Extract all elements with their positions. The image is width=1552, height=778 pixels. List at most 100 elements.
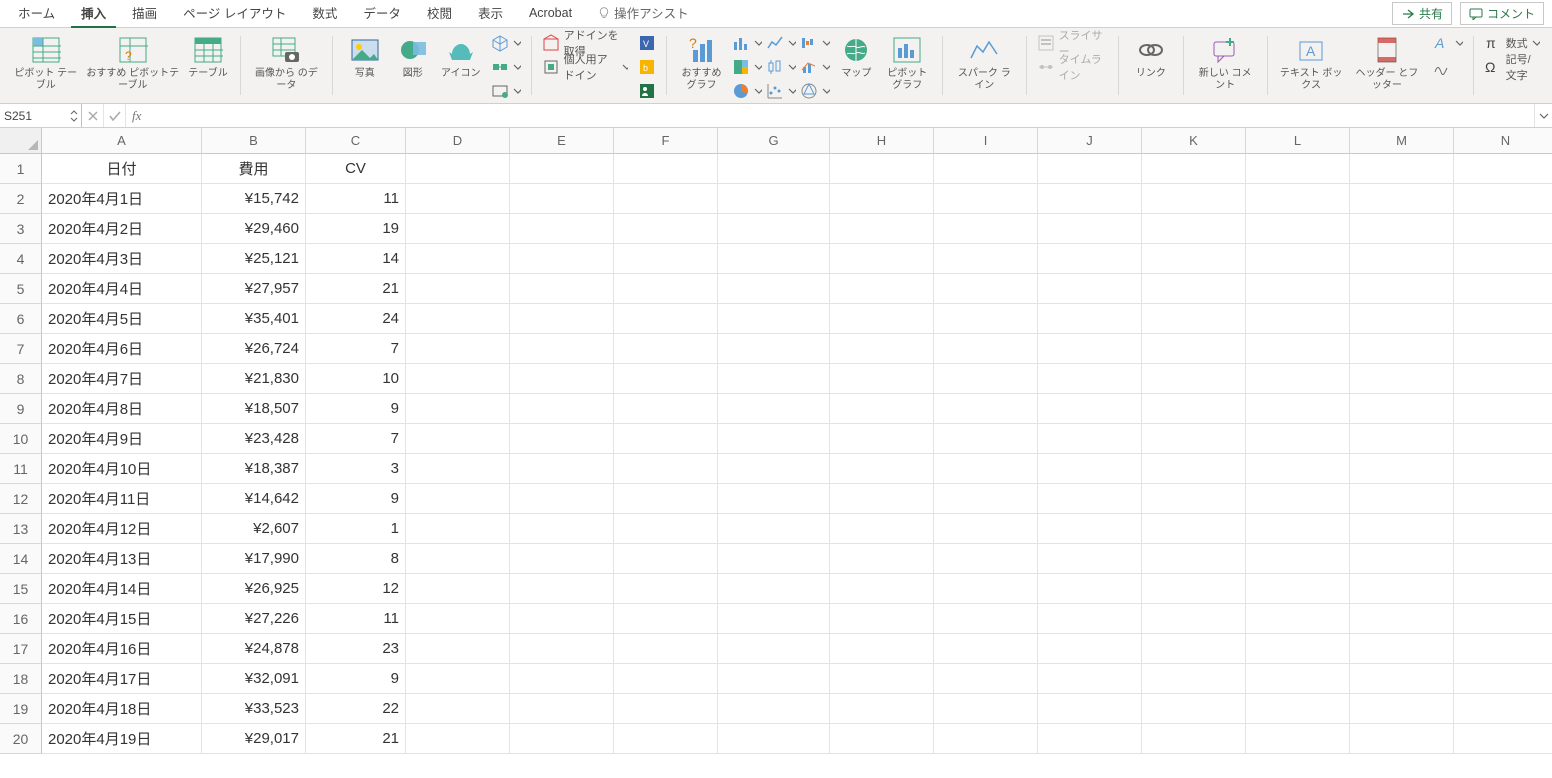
cell[interactable] xyxy=(614,484,718,514)
column-header-K[interactable]: K xyxy=(1142,128,1246,154)
column-header-J[interactable]: J xyxy=(1038,128,1142,154)
cell[interactable] xyxy=(1142,364,1246,394)
cell[interactable]: 14 xyxy=(306,244,406,274)
sparklines-button[interactable]: スパーク ライン xyxy=(951,32,1018,93)
cell[interactable] xyxy=(718,694,830,724)
cell[interactable] xyxy=(830,274,934,304)
cell[interactable]: ¥35,401 xyxy=(202,304,306,334)
cell[interactable] xyxy=(406,334,510,364)
cell[interactable] xyxy=(614,244,718,274)
row-header-5[interactable]: 5 xyxy=(0,274,42,304)
cell[interactable] xyxy=(1350,724,1454,754)
tab-acrobat[interactable]: Acrobat xyxy=(519,2,582,26)
cell[interactable]: 11 xyxy=(306,184,406,214)
cell[interactable]: 7 xyxy=(306,334,406,364)
cell[interactable] xyxy=(1454,694,1552,724)
cell[interactable] xyxy=(1246,304,1350,334)
cell[interactable] xyxy=(1350,574,1454,604)
cell[interactable] xyxy=(1350,274,1454,304)
cell[interactable]: 2020年4月5日 xyxy=(42,304,202,334)
cell[interactable] xyxy=(1038,214,1142,244)
cell[interactable] xyxy=(718,154,830,184)
cell[interactable]: ¥29,017 xyxy=(202,724,306,754)
cell[interactable] xyxy=(406,424,510,454)
cell[interactable] xyxy=(830,634,934,664)
cell[interactable] xyxy=(1350,694,1454,724)
cell[interactable] xyxy=(1454,724,1552,754)
cell[interactable] xyxy=(1454,574,1552,604)
cell[interactable] xyxy=(1246,574,1350,604)
cell[interactable] xyxy=(1246,184,1350,214)
cell[interactable] xyxy=(718,244,830,274)
cell[interactable]: ¥32,091 xyxy=(202,664,306,694)
row-header-3[interactable]: 3 xyxy=(0,214,42,244)
cell[interactable]: 2020年4月3日 xyxy=(42,244,202,274)
cell[interactable] xyxy=(1454,514,1552,544)
share-button[interactable]: 共有 xyxy=(1392,2,1452,25)
cell[interactable] xyxy=(510,184,614,214)
cell[interactable]: 21 xyxy=(306,274,406,304)
formula-input[interactable] xyxy=(147,104,1534,127)
cell[interactable] xyxy=(1454,604,1552,634)
wordart-button[interactable]: A xyxy=(1431,32,1465,54)
cell[interactable] xyxy=(1038,184,1142,214)
column-header-G[interactable]: G xyxy=(718,128,830,154)
cell[interactable]: 19 xyxy=(306,214,406,244)
cell[interactable] xyxy=(1246,154,1350,184)
cell[interactable] xyxy=(1454,484,1552,514)
cell[interactable] xyxy=(934,724,1038,754)
cell[interactable] xyxy=(718,664,830,694)
cell[interactable]: 2020年4月15日 xyxy=(42,604,202,634)
cell[interactable] xyxy=(830,214,934,244)
cell[interactable] xyxy=(1246,274,1350,304)
cell[interactable] xyxy=(406,274,510,304)
cell[interactable] xyxy=(830,364,934,394)
cell[interactable] xyxy=(934,694,1038,724)
cell[interactable] xyxy=(614,154,718,184)
column-header-L[interactable]: L xyxy=(1246,128,1350,154)
cell[interactable]: ¥24,878 xyxy=(202,634,306,664)
cell[interactable] xyxy=(406,574,510,604)
cell[interactable] xyxy=(510,574,614,604)
cell[interactable] xyxy=(1142,574,1246,604)
tab-formulas[interactable]: 数式 xyxy=(302,0,347,28)
cell[interactable]: 23 xyxy=(306,634,406,664)
cell[interactable] xyxy=(1038,454,1142,484)
cell[interactable]: ¥2,607 xyxy=(202,514,306,544)
cell[interactable] xyxy=(1454,154,1552,184)
cell[interactable] xyxy=(406,304,510,334)
cell[interactable] xyxy=(510,514,614,544)
cell[interactable] xyxy=(830,724,934,754)
cell[interactable] xyxy=(614,544,718,574)
tab-draw[interactable]: 描画 xyxy=(122,0,167,28)
cell[interactable] xyxy=(1246,604,1350,634)
cell[interactable] xyxy=(510,664,614,694)
cell[interactable] xyxy=(1246,664,1350,694)
cell[interactable] xyxy=(718,334,830,364)
cell[interactable] xyxy=(1454,544,1552,574)
cell[interactable]: ¥15,742 xyxy=(202,184,306,214)
cell[interactable] xyxy=(1142,664,1246,694)
pivot-table-button[interactable]: ピボット テーブル xyxy=(10,32,82,93)
cell[interactable] xyxy=(830,184,934,214)
cell[interactable]: 8 xyxy=(306,544,406,574)
cell[interactable] xyxy=(1038,634,1142,664)
pie-chart-button[interactable] xyxy=(730,80,764,102)
cell[interactable] xyxy=(934,274,1038,304)
cell[interactable] xyxy=(510,394,614,424)
cell[interactable] xyxy=(934,304,1038,334)
column-header-E[interactable]: E xyxy=(510,128,614,154)
row-header-1[interactable]: 1 xyxy=(0,154,42,184)
cell[interactable] xyxy=(830,694,934,724)
cell[interactable] xyxy=(1038,664,1142,694)
tab-data[interactable]: データ xyxy=(353,0,411,28)
cell[interactable] xyxy=(510,724,614,754)
cell[interactable]: 22 xyxy=(306,694,406,724)
cell[interactable] xyxy=(1350,364,1454,394)
column-header-F[interactable]: F xyxy=(614,128,718,154)
cell[interactable]: ¥29,460 xyxy=(202,214,306,244)
visio-addin-button[interactable]: V xyxy=(636,32,658,54)
cell[interactable] xyxy=(406,664,510,694)
cell[interactable] xyxy=(1142,154,1246,184)
cell[interactable]: 9 xyxy=(306,664,406,694)
